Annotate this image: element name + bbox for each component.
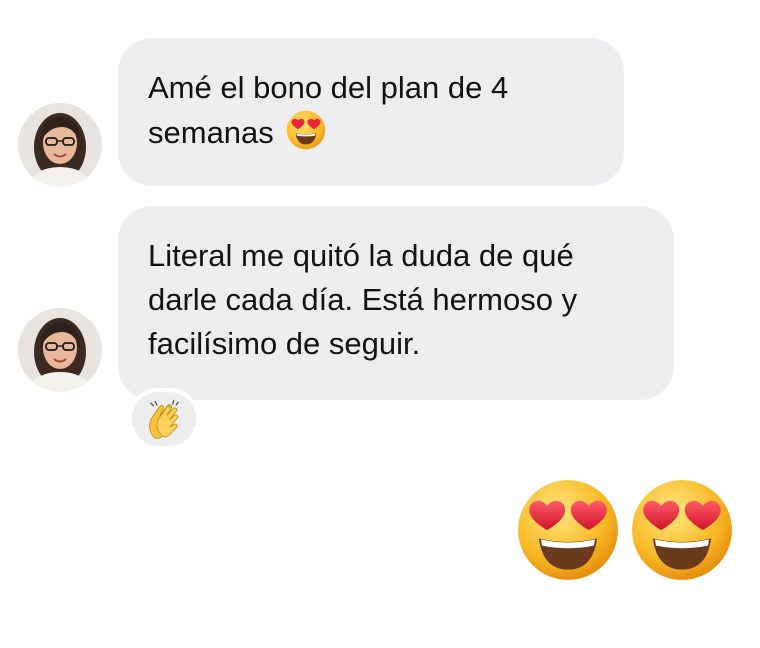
avatar[interactable] [18, 308, 102, 392]
message-text-fragment: semanas [148, 115, 274, 150]
message-text-line: semanas [148, 110, 594, 155]
message-text-line: Literal me quitó la duda de qué [148, 238, 574, 273]
avatar-photo-icon [18, 308, 102, 392]
heart-eyes-emoji-icon[interactable] [630, 478, 734, 582]
message-text-line: facilísimo de seguir. [148, 326, 421, 361]
avatar[interactable] [18, 103, 102, 187]
message-text-line: darle cada día. Está hermoso y [148, 282, 578, 317]
message-text-line: Amé el bono del plan de 4 [148, 70, 509, 105]
message-reaction[interactable] [128, 388, 200, 450]
heart-eyes-emoji-icon[interactable] [516, 478, 620, 582]
message-bubble[interactable]: Literal me quitó la duda de qué darle ca… [118, 206, 674, 400]
heart-eyes-emoji-icon [287, 110, 326, 150]
avatar-photo-icon [18, 103, 102, 187]
message-bubble[interactable]: Amé el bono del plan de 4 semanas [118, 38, 624, 186]
clapping-hands-icon [149, 399, 179, 439]
chat-thread: Amé el bono del plan de 4 semanas Litera… [0, 0, 760, 648]
